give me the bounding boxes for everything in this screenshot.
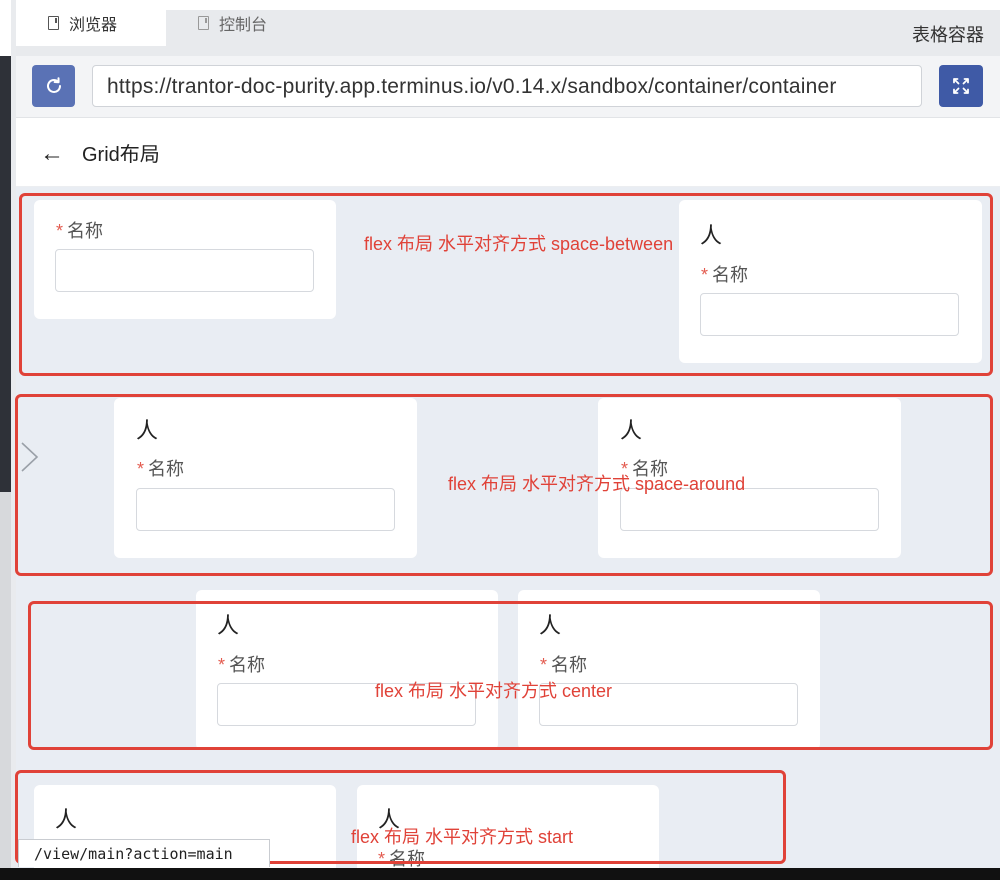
panel-title: 表格容器 bbox=[912, 25, 984, 45]
annotation-start: flex 布局 水平对齐方式 start bbox=[351, 827, 574, 847]
annotation-center: flex 布局 水平对齐方式 center bbox=[375, 681, 613, 701]
tab-browser[interactable]: 浏览器 bbox=[16, 0, 166, 46]
url-input[interactable]: https://trantor-doc-purity.app.terminus.… bbox=[92, 65, 922, 107]
document-icon bbox=[48, 16, 59, 30]
document-icon bbox=[198, 16, 209, 30]
left-dark-strip bbox=[0, 56, 11, 492]
fullscreen-button[interactable] bbox=[939, 65, 983, 107]
annotation-space-around: flex 布局 水平对齐方式 space-around bbox=[448, 474, 746, 494]
tab-console-label: 控制台 bbox=[219, 17, 268, 34]
chevron-right-icon[interactable] bbox=[17, 440, 41, 474]
tab-console[interactable]: 控制台 bbox=[166, 0, 306, 46]
page-header bbox=[16, 119, 1000, 187]
expand-icon bbox=[953, 78, 969, 94]
page-title: Grid布局 bbox=[82, 144, 160, 166]
refresh-icon bbox=[46, 77, 61, 93]
tab-browser-label: 浏览器 bbox=[69, 17, 118, 34]
back-arrow-icon[interactable]: ← bbox=[40, 140, 64, 168]
annotation-box-space-between bbox=[19, 193, 993, 376]
status-bar-url: /view/main?action=main bbox=[18, 839, 270, 867]
annotation-space-between: flex 布局 水平对齐方式 space-between bbox=[364, 234, 674, 254]
bottom-strip bbox=[0, 868, 1000, 880]
left-strip-lower bbox=[0, 492, 11, 868]
annotation-box-center bbox=[28, 601, 993, 750]
refresh-button[interactable] bbox=[32, 65, 75, 107]
